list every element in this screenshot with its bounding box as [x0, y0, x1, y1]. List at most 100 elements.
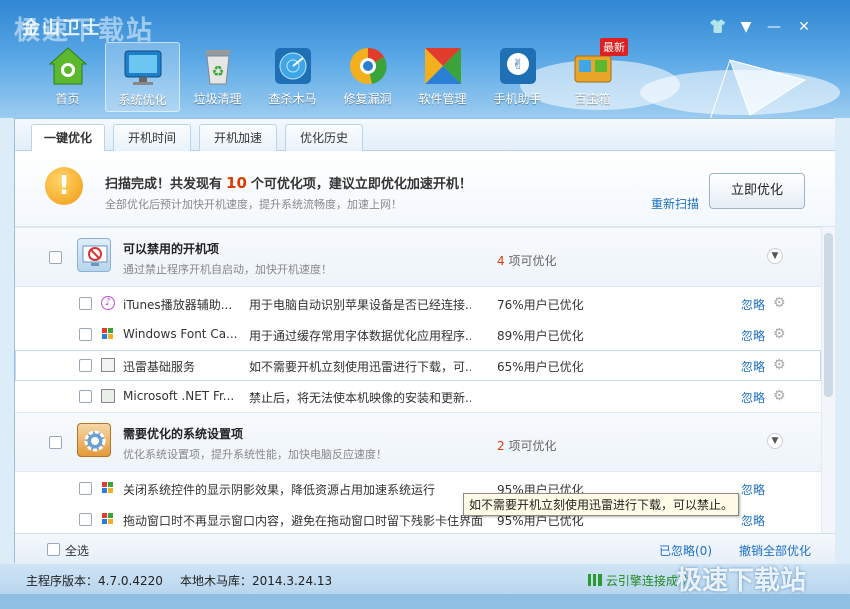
signal-icon: [588, 574, 602, 586]
scrollbar[interactable]: [821, 227, 835, 533]
item-checkbox[interactable]: [79, 390, 92, 403]
item-name: 迅雷基础服务: [123, 360, 196, 374]
toolbar-label: 手机助手: [493, 92, 542, 106]
select-all-checkbox[interactable]: [47, 543, 60, 556]
item-checkbox[interactable]: [79, 328, 92, 341]
item-checkbox[interactable]: [79, 359, 92, 372]
no-entry-monitor-icon: [77, 238, 111, 272]
group-count-number: 4: [497, 254, 505, 268]
ignore-link[interactable]: 忽略: [741, 481, 765, 498]
itunes-icon: ♪: [101, 296, 115, 310]
menu-icon[interactable]: ▼: [734, 17, 758, 37]
ignore-link[interactable]: 忽略: [741, 389, 765, 406]
toolbar-label: 修复漏洞: [343, 92, 392, 106]
group-subtitle: 通过禁止程序开机自启动，加快开机速度！: [123, 263, 332, 276]
group-checkbox[interactable]: [49, 436, 62, 449]
summary-count: 10: [226, 174, 247, 192]
item-name: Windows Font Ca...: [123, 327, 238, 341]
ignored-link[interactable]: 已忽略(0): [659, 542, 712, 559]
new-badge: 最新: [600, 38, 628, 56]
main-panel: 一键优化 开机时间 开机加速 优化历史 ! 扫描完成！共发现有 10 个可优化项，建…: [14, 118, 835, 564]
svg-text:✌: ✌: [512, 57, 524, 73]
toolbar-fix-vulnerability[interactable]: 修复漏洞: [330, 42, 405, 112]
windows-icon: [101, 481, 115, 495]
app-title: 金山卫士: [22, 18, 102, 39]
settings-gear-icon: [77, 423, 111, 457]
toolbar-home[interactable]: 首页: [30, 42, 105, 112]
tab-bar: 一键优化 开机时间 开机加速 优化历史: [15, 119, 835, 152]
app-window: 极速下载站 金山卫士 👕 ▼ — ✕ 首页 系统优化 ♻ 垃圾清理 查杀木马 修…: [0, 0, 850, 609]
list-item: Microsoft .NET Fr... 禁止后，将无法使本机映像的安装和更新.…: [15, 381, 821, 412]
list-item: Windows Font Ca... 用于通过缓存常用字体数据优化应用程序...…: [15, 319, 821, 350]
tab-boot-time[interactable]: 开机时间: [113, 124, 191, 151]
monitor-icon: [120, 45, 166, 89]
gear-icon[interactable]: ⚙: [773, 357, 789, 373]
group-count: 2 项可优化: [497, 437, 556, 454]
recycle-bin-icon: ♻: [195, 44, 241, 88]
tab-boot-speedup[interactable]: 开机加速: [199, 124, 277, 151]
item-description: 如不需要开机立刻使用迅雷进行下载，可...: [249, 360, 471, 374]
ignore-link[interactable]: 忽略: [741, 296, 765, 313]
version-text: 主程序版本：4.7.0.4220: [26, 574, 163, 588]
ignore-link[interactable]: 忽略: [741, 512, 765, 529]
summary-title: 扫描完成！共发现有 10 个可优化项，建议立即优化加速开机！: [105, 173, 472, 192]
toolbar-phone-assistant[interactable]: ✌ 手机助手: [480, 42, 555, 112]
toolbar-software-manager[interactable]: 软件管理: [405, 42, 480, 112]
minimize-button[interactable]: —: [762, 17, 786, 37]
toolbar-toolbox[interactable]: 最新 百宝箱: [555, 38, 630, 112]
item-checkbox[interactable]: [79, 297, 92, 310]
summary-suffix: 个可优化项，建议立即优化加速开机！: [250, 177, 472, 192]
item-percentage: 89%用户已优化: [497, 329, 584, 343]
group-title: 可以禁用的开机项: [123, 242, 220, 256]
item-percentage: 76%用户已优化: [497, 298, 584, 312]
windows-icon: [101, 327, 115, 341]
chevron-down-icon[interactable]: ▼: [767, 433, 783, 449]
undo-all-link[interactable]: 撤销全部优化: [739, 542, 811, 559]
dotnet-icon: [101, 389, 115, 403]
close-button[interactable]: ✕: [792, 17, 816, 37]
toolbar-junk-clean[interactable]: ♻ 垃圾清理: [180, 42, 255, 112]
toolbar-label: 垃圾清理: [193, 92, 242, 106]
group-checkbox[interactable]: [49, 251, 62, 264]
item-description: 拖动窗口时不再显示窗口内容，避免在拖动窗口时留下残影卡住界面: [123, 514, 483, 528]
group-count: 4 项可优化: [497, 252, 556, 269]
scrollbar-thumb[interactable]: [824, 233, 833, 397]
item-name: iTunes播放器辅助...: [123, 298, 233, 312]
rescan-link[interactable]: 重新扫描: [651, 195, 699, 212]
group-title: 需要优化的系统设置项: [123, 427, 244, 441]
service-icon: [101, 358, 115, 372]
toolbar-label: 查杀木马: [268, 92, 317, 106]
tab-optimize-history[interactable]: 优化历史: [285, 124, 363, 151]
chevron-down-icon[interactable]: ▼: [767, 248, 783, 264]
radar-icon: [270, 44, 316, 88]
toolbar-trojan-scan[interactable]: 查杀木马: [255, 42, 330, 112]
skin-icon[interactable]: 👕: [706, 17, 730, 37]
windows-icon: [101, 512, 115, 526]
item-checkbox[interactable]: [79, 513, 92, 526]
gear-icon[interactable]: ⚙: [773, 388, 789, 404]
optimization-list: 可以禁用的开机项 通过禁止程序开机自启动，加快开机速度！ 4 项可优化 ▼ ♪ …: [15, 227, 821, 533]
select-all-label[interactable]: 全选: [65, 542, 89, 559]
gear-icon[interactable]: ⚙: [773, 295, 789, 311]
summary-prefix: 扫描完成！共发现有: [105, 177, 223, 192]
optimize-now-button[interactable]: 立即优化: [709, 173, 805, 209]
cloud-status: 云引擎连接成功: [588, 572, 690, 589]
toolbar-label: 系统优化: [118, 93, 167, 107]
ignore-link[interactable]: 忽略: [741, 327, 765, 344]
scan-summary: ! 扫描完成！共发现有 10 个可优化项，建议立即优化加速开机！ 全部优化后预计加快…: [15, 151, 835, 227]
group-system-settings: 需要优化的系统设置项 优化系统设置项，提升系统性能，加快电脑反应速度！ 2 项可…: [15, 412, 821, 472]
toolbar-system-optimize[interactable]: 系统优化: [105, 42, 180, 112]
item-percentage: 65%用户已优化: [497, 360, 584, 374]
ignore-link[interactable]: 忽略: [741, 358, 765, 375]
list-item: ♪ iTunes播放器辅助... 用于电脑自动识别苹果设备是否已经连接... 7…: [15, 288, 821, 319]
group-count-suffix: 项可优化: [508, 254, 557, 268]
svg-text:♻: ♻: [211, 64, 224, 80]
item-description: 用于电脑自动识别苹果设备是否已经连接...: [249, 298, 471, 312]
group-subtitle: 优化系统设置项，提升系统性能，加快电脑反应速度！: [123, 448, 387, 461]
kite-icon: [710, 59, 807, 120]
home-icon: [45, 44, 91, 88]
tab-one-click-optimize[interactable]: 一键优化: [31, 124, 105, 152]
item-checkbox[interactable]: [79, 482, 92, 495]
group-count-suffix: 项可优化: [508, 439, 557, 453]
gear-icon[interactable]: ⚙: [773, 326, 789, 342]
